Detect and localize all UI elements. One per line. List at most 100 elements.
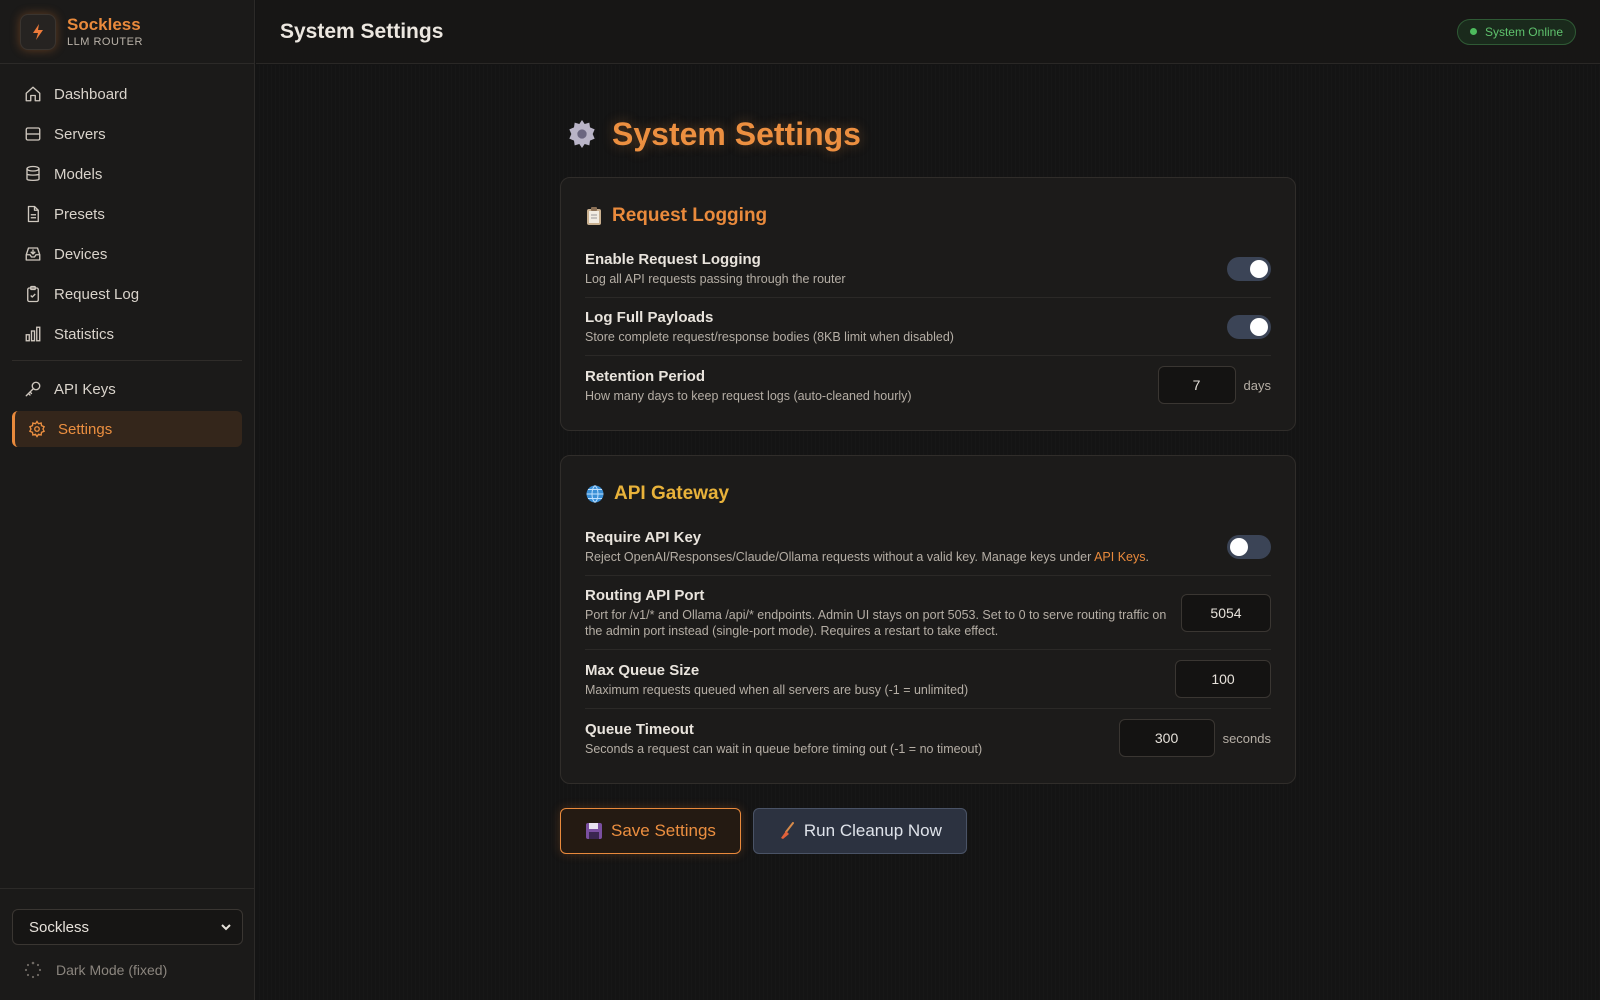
dark-mode-label: Dark Mode (fixed) [56,962,168,978]
dark-mode-indicator: Dark Mode (fixed) [12,961,243,979]
setting-label: Queue Timeout [585,720,694,738]
sidebar-item-api-keys[interactable]: API Keys [12,371,242,407]
clipboard-icon [587,207,601,225]
run-cleanup-label: Run Cleanup Now [803,821,942,840]
save-settings-button[interactable]: Save Settings [560,808,741,854]
server-icon [25,127,41,141]
status-dot-icon [1469,28,1477,35]
brand-subtitle: LLM ROUTER [67,35,143,48]
max-queue-size-row: Max Queue Size Maximum requests queued w… [585,650,1271,709]
log-full-payloads-toggle[interactable] [1227,314,1271,339]
main-content: System Settings Request Logging Enable R… [256,65,1600,1000]
status-badge: System Online [1456,18,1576,45]
desc-end: . [1145,550,1149,564]
sidebar-footer: Sockless Dark Mode (fixed) [0,888,255,1000]
document-icon [27,205,39,223]
retention-period-input[interactable] [1157,366,1236,404]
setting-description: Port for /v1/* and Ollama /api/* endpoin… [585,608,1167,638]
setting-label: Enable Request Logging [585,251,761,268]
gear-icon [569,120,595,148]
globe-icon [586,485,604,503]
sidebar-item-settings[interactable]: Settings [12,411,242,447]
sidebar-item-label: Statistics [54,325,115,343]
profile-select[interactable]: Sockless [12,909,243,945]
sidebar-item-label: Devices [54,245,108,263]
setting-label: Require API Key [585,529,702,546]
loading-spinner-icon [24,961,42,979]
settings-heading: System Settings [560,114,1296,154]
profile-select-value: Sockless [29,918,90,936]
sidebar: Sockless LLM ROUTER Dashboard Servers Mo… [0,0,255,1000]
setting-label: Retention Period [585,367,706,385]
sidebar-item-dashboard[interactable]: Dashboard [12,76,242,112]
api-gateway-title-text: API Gateway [614,483,730,504]
sidebar-item-presets[interactable]: Presets [12,196,242,232]
bolt-icon [20,13,56,50]
enable-request-logging-toggle[interactable] [1227,256,1271,281]
page-title: System Settings [280,19,444,43]
sidebar-item-label: Servers [54,125,106,143]
setting-label: Routing API Port [585,587,705,604]
key-icon [25,381,41,397]
setting-description: Store complete request/response bodies (… [585,330,954,344]
actions-bar: Save Settings Run Cleanup Now [560,808,1296,854]
request-logging-title: Request Logging [585,198,1271,234]
require-api-key-toggle[interactable] [1227,534,1271,559]
require-api-key-desc: Reject OpenAI/Responses/Claude/Ollama re… [585,550,1092,564]
run-cleanup-button[interactable]: Run Cleanup Now [752,808,967,854]
sidebar-item-models[interactable]: Models [12,156,242,192]
api-gateway-card: API Gateway Require API Key Reject OpenA… [560,455,1296,784]
api-gateway-title: API Gateway [585,476,1271,512]
sidebar-item-label: Dashboard [54,85,128,103]
setting-label: Max Queue Size [585,661,700,679]
require-api-key-row: Require API Key Reject OpenAI/Responses/… [585,518,1271,576]
save-settings-label: Save Settings [611,821,716,840]
enable-request-logging-row: Enable Request Logging Log all API reque… [585,240,1271,298]
top-bar: System Settings System Online [256,0,1600,64]
sidebar-nav: Dashboard Servers Models Presets Devices… [0,64,254,447]
setting-description: Reject OpenAI/Responses/Claude/Ollama re… [585,549,1149,565]
sidebar-item-statistics[interactable]: Statistics [12,316,242,352]
chevron-down-icon [221,924,231,931]
setting-description: Seconds a request can wait in queue befo… [585,741,983,756]
retention-unit: days [1243,377,1271,393]
clipboard-icon [27,285,39,303]
request-logging-title-text: Request Logging [612,205,768,226]
queue-timeout-row: Queue Timeout Seconds a request can wait… [585,709,1271,767]
sidebar-item-label: Models [54,165,103,183]
routing-api-port-input[interactable] [1181,593,1271,632]
toggle-knob [1230,537,1248,556]
sidebar-item-label: API Keys [54,380,116,398]
sidebar-item-servers[interactable]: Servers [12,116,242,152]
broom-icon [780,822,794,839]
sidebar-item-request-log[interactable]: Request Log [12,276,242,312]
home-icon [25,86,41,102]
status-text: System Online [1484,24,1563,39]
retention-period-row: Retention Period How many days to keep r… [585,356,1271,414]
sidebar-item-label: Presets [54,205,105,223]
setting-description: Maximum requests queued when all servers… [585,682,969,697]
sidebar-item-label: Settings [58,420,113,438]
bar-chart-icon [25,326,41,342]
setting-description: Log all API requests passing through the… [585,272,846,286]
toggle-knob [1250,259,1268,278]
log-full-payloads-row: Log Full Payloads Store complete request… [585,298,1271,356]
settings-heading-text: System Settings [612,115,861,152]
toggle-knob [1250,317,1268,336]
sidebar-divider [12,360,242,361]
sidebar-item-devices[interactable]: Devices [12,236,242,272]
brand[interactable]: Sockless LLM ROUTER [0,0,254,64]
request-logging-card: Request Logging Enable Request Logging L… [560,177,1296,431]
queue-timeout-input[interactable] [1118,719,1215,757]
setting-description: How many days to keep request logs (auto… [585,388,912,403]
sidebar-item-label: Request Log [54,285,140,303]
floppy-disk-icon [586,823,602,839]
routing-api-port-row: Routing API Port Port for /v1/* and Olla… [585,576,1271,650]
database-icon [26,165,40,182]
max-queue-size-input[interactable] [1175,660,1271,698]
api-keys-link[interactable]: API Keys [1094,550,1145,564]
setting-label: Log Full Payloads [585,309,714,326]
queue-timeout-unit: seconds [1222,730,1271,746]
brand-name: Sockless [67,14,141,34]
inbox-icon [25,247,41,261]
